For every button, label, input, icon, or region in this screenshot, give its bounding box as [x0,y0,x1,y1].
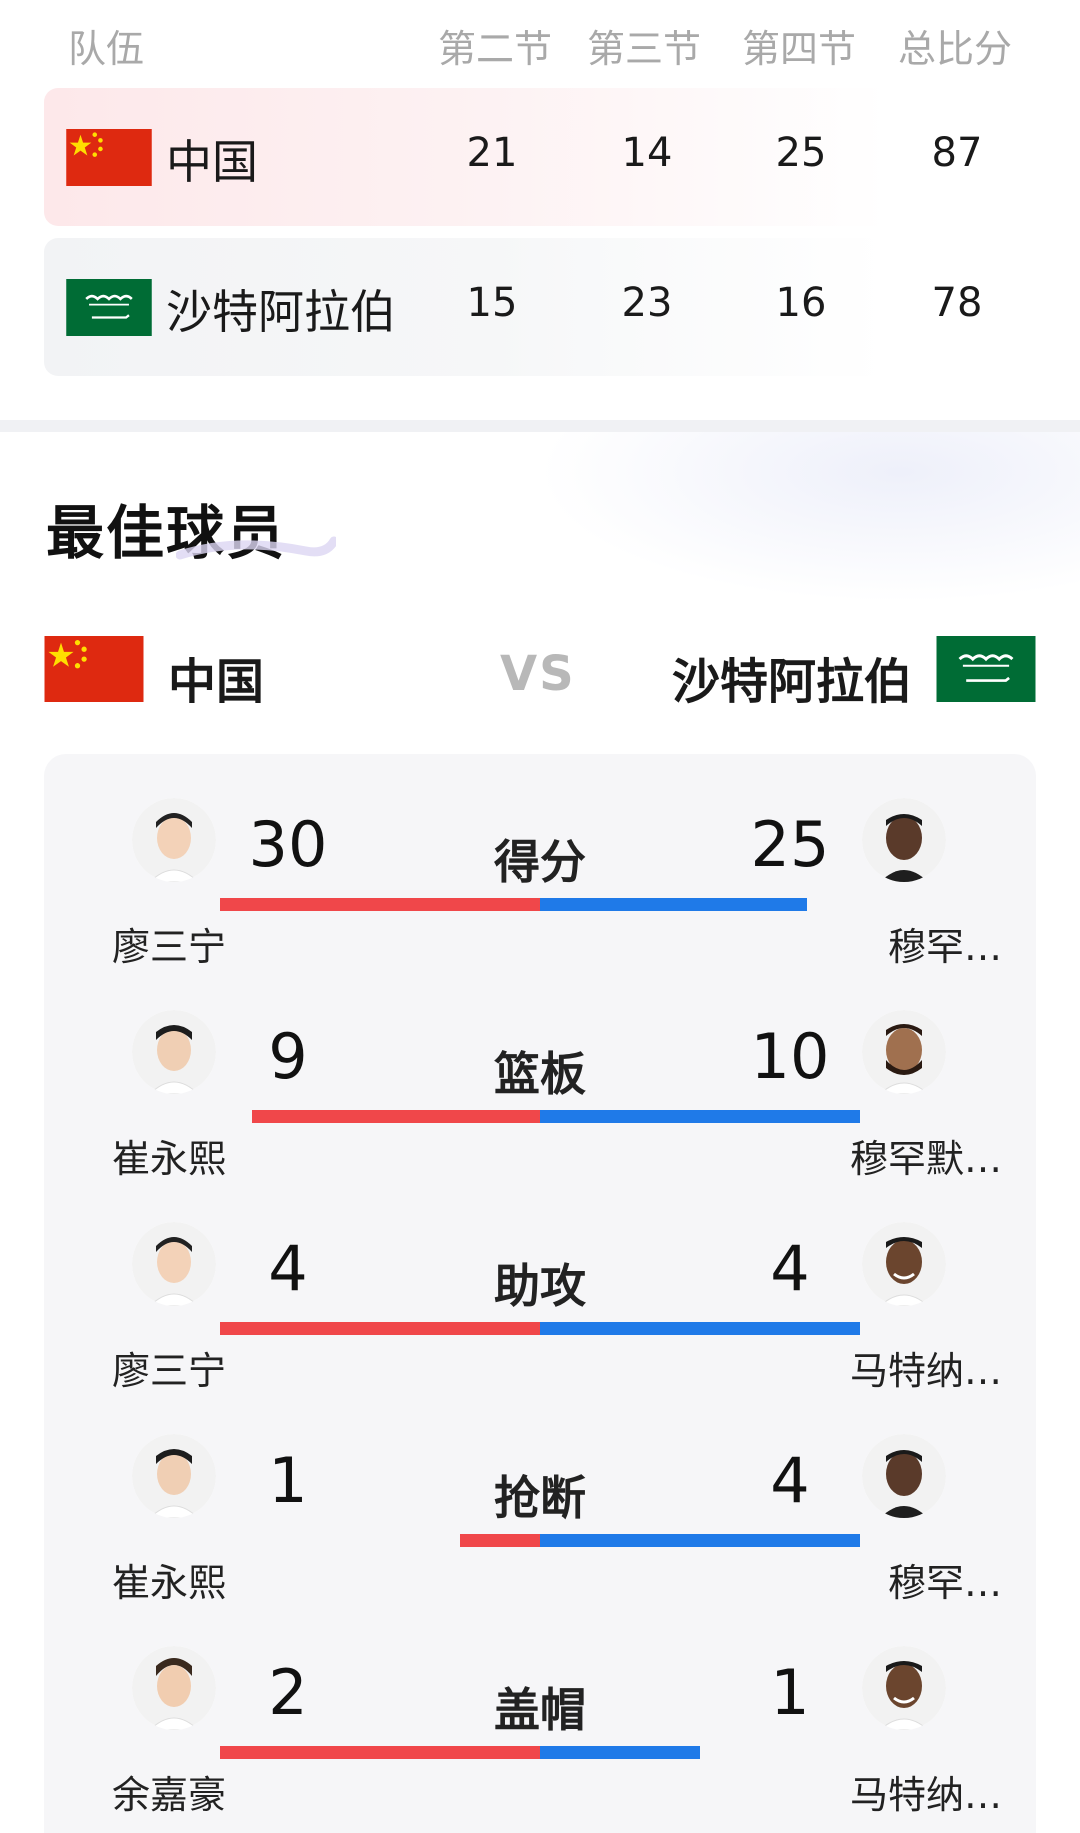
header-total: 总比分 [898,27,1013,71]
stat-row-rebounds[interactable]: 9 篮板 10 崔永熙 穆罕默… [44,1010,1036,1222]
best-players-section: 最佳球员 中国 VS 沙特阿拉伯 30 得分 25 廖三宁 穆罕… 9 篮板 1… [0,432,1080,1833]
away-player-name: 马特纳… [849,1349,1002,1393]
score-table-header: 队伍 第二节 第三节 第四节 总比分 [0,18,1080,71]
china-flag-icon [44,636,144,702]
away-player-avatar[interactable] [862,1010,946,1094]
header-quarter-2: 第二节 [438,27,553,71]
away-stat-bar [540,1110,860,1123]
china-flag-icon [66,129,152,186]
stat-row-points[interactable]: 30 得分 25 廖三宁 穆罕… [44,798,1036,1010]
team-name: 中国 [166,135,258,189]
away-player-avatar[interactable] [862,1434,946,1518]
home-stat-value: 4 [268,1232,308,1305]
section-divider [0,420,1080,432]
total-score: 78 [931,280,983,326]
quarter-4-score: 25 [775,130,827,176]
home-player-name: 廖三宁 [112,1349,227,1393]
away-player-name: 穆罕… [887,925,1002,969]
away-stat-bar [540,1322,860,1335]
team-name: 沙特阿拉伯 [166,285,396,339]
away-player-name: 穆罕… [887,1561,1002,1605]
header-team: 队伍 [68,27,145,71]
score-table: 队伍 第二节 第三节 第四节 总比分 中国 21 14 25 87 沙特阿拉伯 … [0,0,1080,420]
stat-label: 篮板 [494,1047,586,1101]
stat-row-assists[interactable]: 4 助攻 4 廖三宁 马特纳… [44,1222,1036,1434]
score-row-saudi: 沙特阿拉伯 15 23 16 78 [44,238,1036,376]
home-player-avatar[interactable] [132,1646,216,1730]
home-stat-value: 1 [268,1444,308,1517]
score-row-china: 中国 21 14 25 87 [44,88,1036,226]
quarter-2-score: 21 [466,130,518,176]
quarter-3-score: 23 [621,280,673,326]
saudi-flag-icon [936,636,1036,702]
home-player-name: 廖三宁 [112,925,227,969]
vs-label: VS [500,646,576,702]
home-stat-bar [252,1110,540,1123]
away-stat-value: 4 [770,1444,810,1517]
stat-row-blocks[interactable]: 2 盖帽 1 余嘉豪 马特纳… [44,1646,1036,1833]
away-stat-value: 4 [770,1232,810,1305]
away-stat-bar [540,1746,700,1759]
home-player-avatar[interactable] [132,1222,216,1306]
home-stat-bar [220,1746,540,1759]
home-player-avatar[interactable] [132,798,216,882]
home-player-name: 崔永熙 [112,1137,227,1181]
quarter-2-score: 15 [466,280,518,326]
home-player-name: 余嘉豪 [112,1773,227,1817]
away-player-name: 马特纳… [849,1773,1002,1817]
home-team-name: 中国 [168,654,265,710]
home-player-avatar[interactable] [132,1010,216,1094]
home-stat-value: 9 [268,1020,308,1093]
stat-label: 盖帽 [494,1683,586,1737]
home-stat-bar [220,1322,540,1335]
quarter-4-score: 16 [775,280,827,326]
away-stat-bar [540,898,807,911]
stat-row-steals[interactable]: 1 抢断 4 崔永熙 穆罕… [44,1434,1036,1646]
away-player-name: 穆罕默… [849,1137,1002,1181]
away-stat-value: 25 [750,808,830,881]
stat-label: 得分 [494,835,586,889]
away-stat-value: 10 [750,1020,830,1093]
home-stat-bar [460,1534,540,1547]
header-quarter-4: 第四节 [742,27,857,71]
away-player-avatar[interactable] [862,798,946,882]
stat-label: 抢断 [494,1471,586,1525]
away-stat-bar [540,1534,860,1547]
header-quarter-3: 第三节 [587,27,702,71]
quarter-3-score: 14 [621,130,673,176]
away-stat-value: 1 [770,1656,810,1729]
total-score: 87 [931,130,983,176]
home-player-name: 崔永熙 [112,1561,227,1605]
stat-label: 助攻 [494,1259,586,1313]
away-team-name: 沙特阿拉伯 [671,654,912,710]
away-player-avatar[interactable] [862,1646,946,1730]
home-stat-bar [220,898,540,911]
home-stat-value: 30 [248,808,328,881]
home-player-avatar[interactable] [132,1434,216,1518]
away-player-avatar[interactable] [862,1222,946,1306]
matchup-header: 中国 VS 沙特阿拉伯 [0,632,1080,710]
home-stat-value: 2 [268,1656,308,1729]
player-stats-card: 30 得分 25 廖三宁 穆罕… 9 篮板 10 崔永熙 穆罕默… 4 助攻 4… [44,754,1036,1833]
title-underline-decoration [176,536,336,560]
saudi-flag-icon [66,279,152,336]
